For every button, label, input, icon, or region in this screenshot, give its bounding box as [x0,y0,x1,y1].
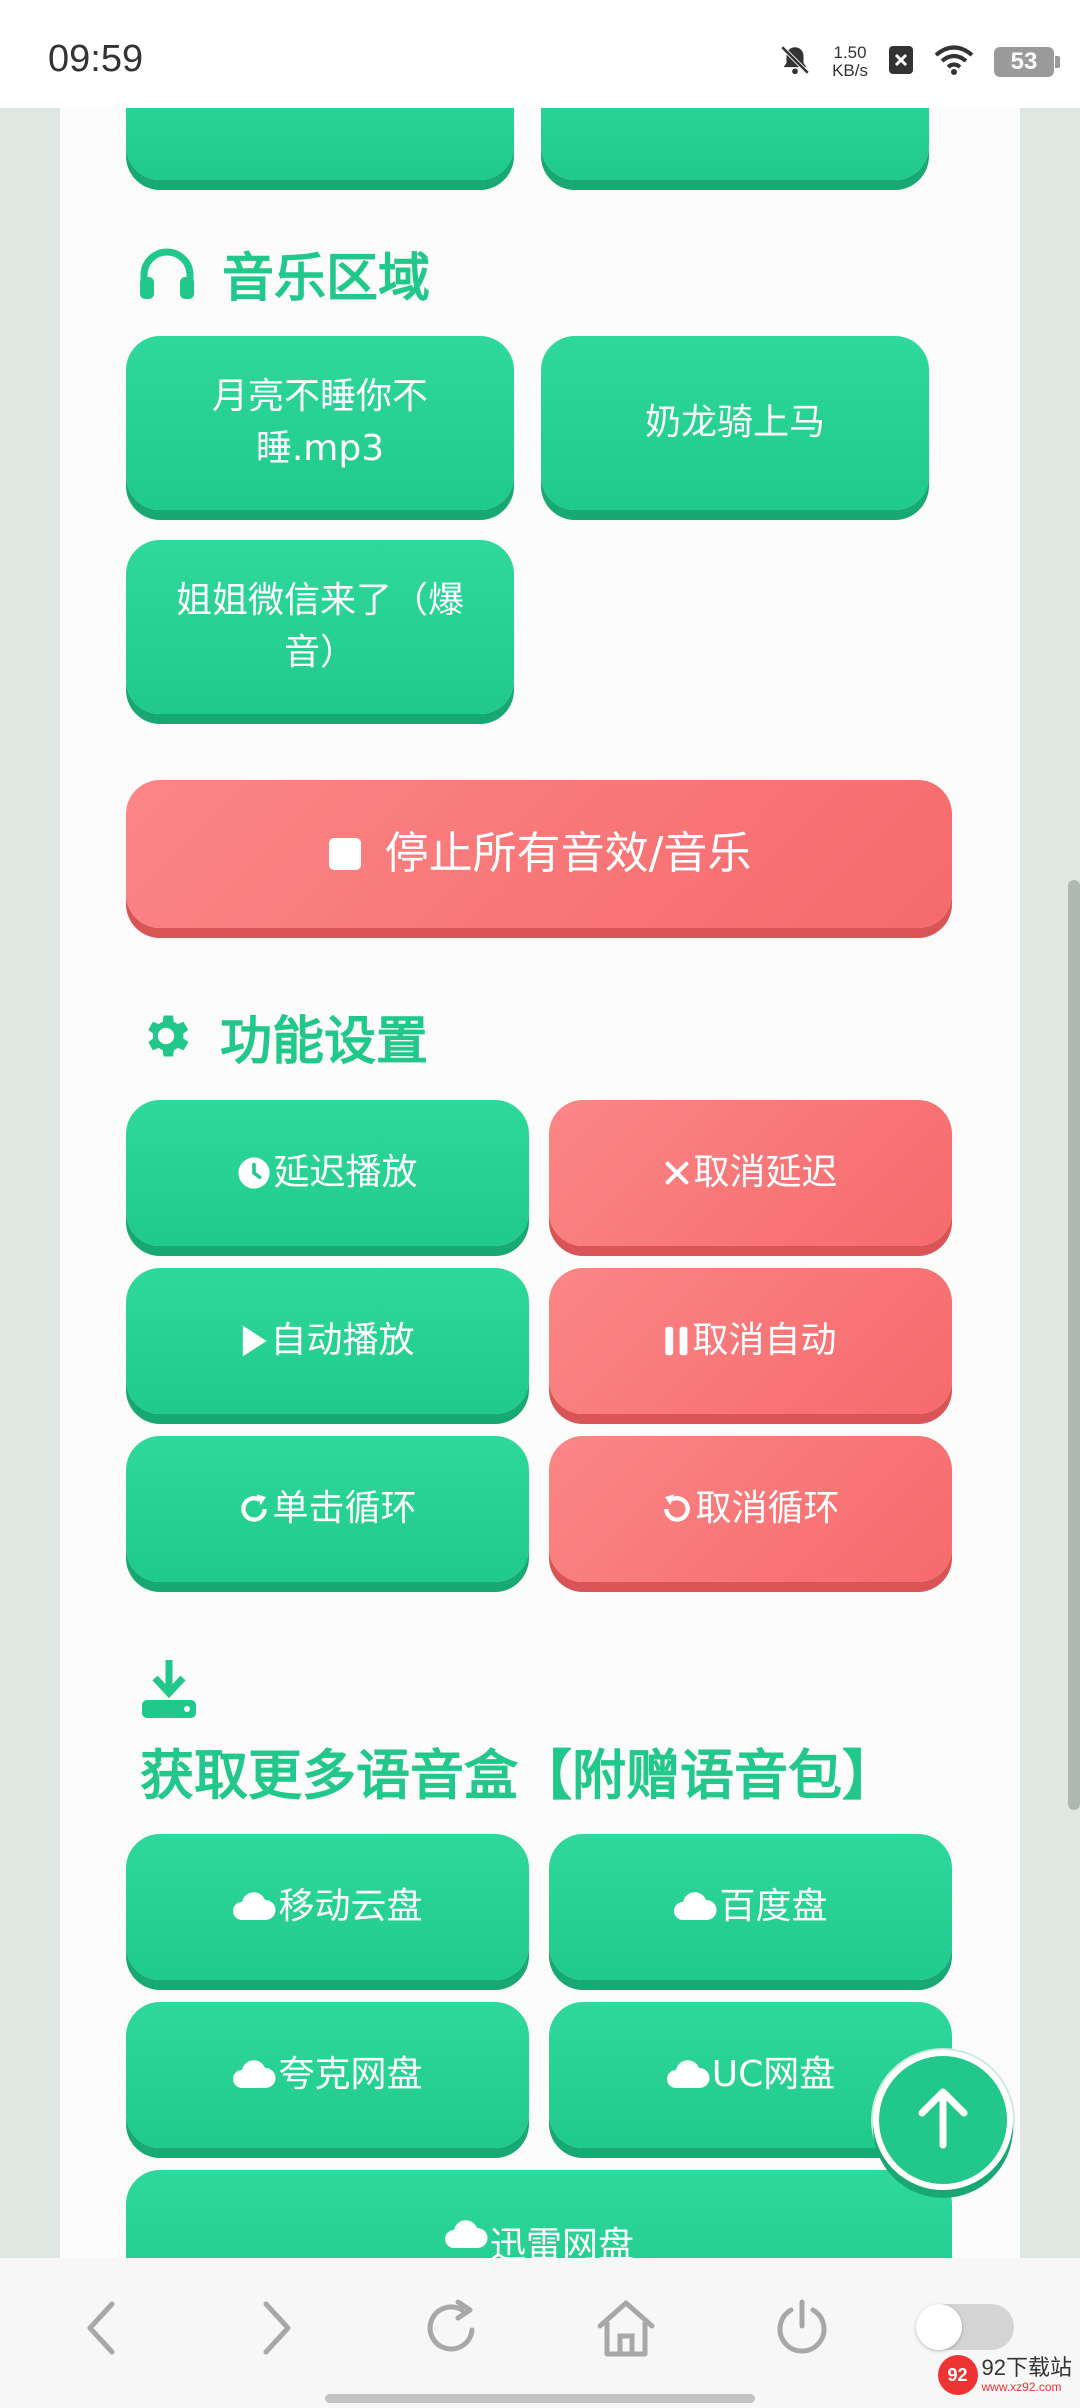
cancel-loop-button[interactable]: 取消循环 [549,1436,952,1582]
power-icon [773,2298,831,2362]
home-icon [594,2298,658,2362]
scroll-to-top-button[interactable] [873,2050,1013,2190]
download-link-4-label: UC网盘 [711,2054,836,2095]
download-section-title: 获取更多语音盒【附赠语音包】 [140,1743,896,1807]
forward-button[interactable] [236,2290,316,2370]
music-section-title: 音乐区域 [138,233,430,313]
stop-square-icon [327,836,363,872]
status-icons: 1.50 KB/s 53 [778,38,1060,86]
arrow-up-icon [914,2087,972,2153]
auto-play-button[interactable]: 自动播放 [126,1268,529,1414]
auto-play-label: 自动播放 [270,1320,415,1361]
headphones-icon [138,247,196,299]
partial-button-left[interactable] [126,108,514,180]
loop-single-button[interactable]: 单击循环 [126,1436,529,1582]
watermark-logo: 92 [937,2355,978,2395]
download-link-1-label: 移动云盘 [278,1886,423,1927]
watermark-text: 92下载站 www.xz92.com [981,2355,1072,2395]
download-link-2-label: 百度盘 [719,1886,828,1927]
back-button[interactable] [62,2290,142,2370]
dark-mode-toggle[interactable] [916,2304,1014,2350]
net-speed: 1.50 KB/s [832,44,868,80]
net-speed-value: 1.50 [833,43,867,62]
partial-button-right[interactable] [541,108,929,180]
stop-all-label: 停止所有音效/音乐 [384,828,752,879]
cloud-icon [232,1892,276,1922]
play-icon [240,1324,268,1358]
cancel-auto-button[interactable]: 取消自动 [549,1268,952,1414]
watermark-title: 92下载站 [981,2355,1072,2380]
cancel-delay-label: 取消延迟 [693,1152,838,1193]
site-watermark: 92 92下载站 www.xz92.com [937,2355,1072,2395]
power-button[interactable] [762,2290,842,2370]
stop-all-button[interactable]: 停止所有音效/音乐 [126,780,952,928]
download-link-5-label: 迅雷网盘 [489,2225,634,2258]
download-link-5[interactable]: 迅雷网盘 [126,2170,952,2258]
download-link-3[interactable]: 夸克网盘 [126,2002,529,2148]
cancel-delay-button[interactable]: 取消延迟 [549,1100,952,1246]
delay-play-label: 延迟播放 [273,1152,418,1193]
settings-title-text: 功能设置 [220,1011,429,1072]
cancel-auto-label: 取消自动 [692,1320,837,1361]
reload-button[interactable] [412,2290,492,2370]
reload-icon [422,2298,482,2362]
screen: 09:59 1.50 KB/s 53 音乐区域 月亮不睡你不睡.mp3 奶龙骑上… [0,0,1080,2408]
home-button[interactable] [586,2290,666,2370]
battery-indicator: 53 [994,47,1060,77]
notification-close-icon [888,45,914,79]
cancel-loop-label: 取消循环 [695,1488,840,1529]
scrollbar-thumb[interactable] [1068,880,1080,1810]
bell-muted-icon [778,43,812,81]
page-content: 音乐区域 月亮不睡你不睡.mp3 奶龙骑上马 姐姐微信来了（爆音） 停止所有音效… [60,108,1020,2258]
x-icon [663,1159,691,1187]
cloud-icon [673,1892,717,1922]
music-item-1[interactable]: 月亮不睡你不睡.mp3 [126,336,514,510]
download-link-3-label: 夸克网盘 [278,2054,423,2095]
clock-icon [237,1156,271,1190]
cloud-icon [666,2060,710,2090]
music-title-text: 音乐区域 [222,248,431,309]
web-viewport: 音乐区域 月亮不睡你不睡.mp3 奶龙骑上马 姐姐微信来了（爆音） 停止所有音效… [0,108,1080,2258]
gear-icon [138,1008,194,1064]
settings-section-title: 功能设置 [138,996,428,1076]
pause-icon [664,1325,690,1357]
music-item-3[interactable]: 姐姐微信来了（爆音） [126,540,514,714]
redo-icon [238,1493,270,1525]
cloud-icon [232,2060,276,2090]
chevron-left-icon [82,2300,122,2360]
download-link-1[interactable]: 移动云盘 [126,1834,529,1980]
undo-icon [661,1493,693,1525]
download-icon [140,1658,198,1724]
loop-single-label: 单击循环 [272,1488,417,1529]
status-time: 09:59 [48,38,144,80]
download-link-2[interactable]: 百度盘 [549,1834,952,1980]
toggle-knob [916,2304,962,2350]
net-speed-unit: KB/s [832,61,868,80]
status-bar: 09:59 1.50 KB/s 53 [0,0,1080,108]
cloud-icon [444,2220,488,2250]
watermark-url: www.xz92.com [981,2380,1062,2394]
music-item-2[interactable]: 奶龙骑上马 [541,336,929,510]
chevron-right-icon [256,2300,296,2360]
home-indicator[interactable] [325,2394,755,2403]
browser-bottom-bar [0,2258,1080,2408]
delay-play-button[interactable]: 延迟播放 [126,1100,529,1246]
wifi-icon [934,44,974,80]
